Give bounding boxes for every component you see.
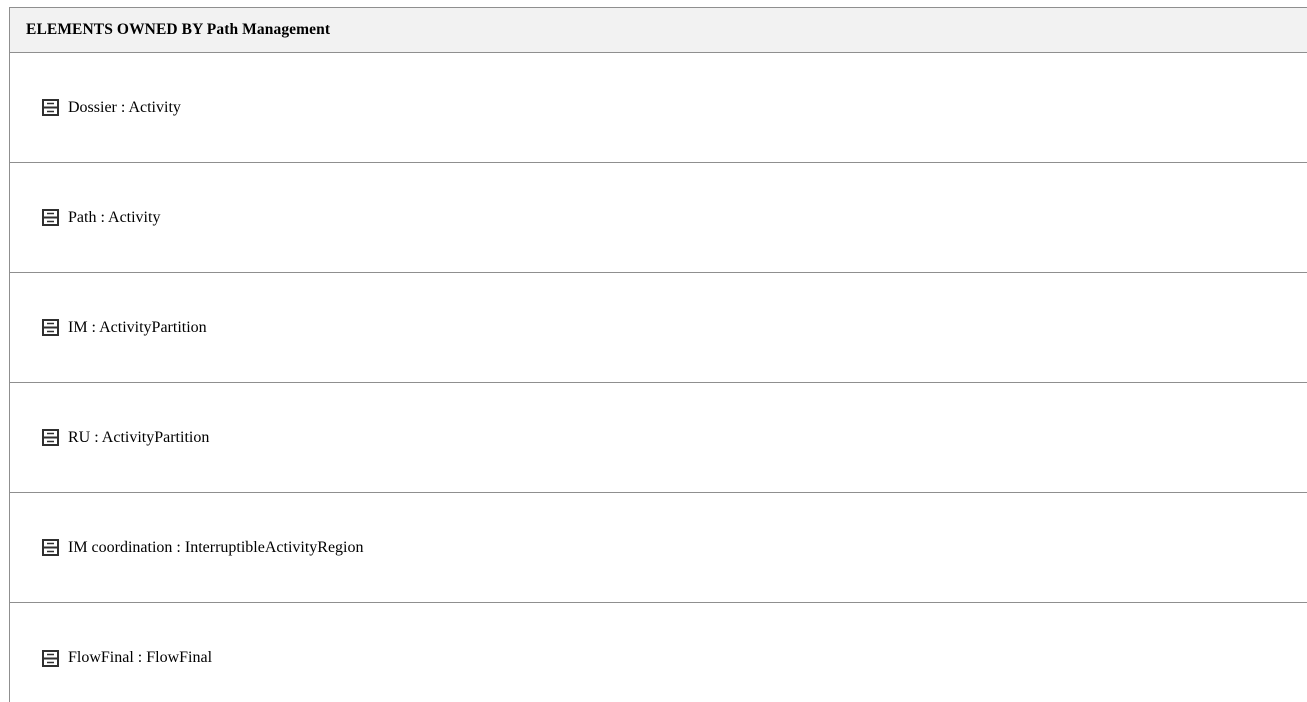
element-row-path: Path : Activity [10, 163, 1307, 273]
element-label: IM coordination : InterruptibleActivityR… [68, 538, 364, 556]
element-icon [42, 319, 59, 336]
element-icon [42, 649, 59, 667]
element-icon [42, 539, 59, 556]
element-row-im: IM : ActivityPartition [10, 273, 1307, 383]
panel-header: ELEMENTS OWNED BY Path Management [10, 8, 1307, 53]
element-icon [42, 99, 59, 116]
elements-panel: ELEMENTS OWNED BY Path Management Dossie… [9, 7, 1307, 702]
element-label: Path : Activity [68, 208, 161, 226]
element-icon [42, 209, 59, 226]
element-row-flowfinal: FlowFinal : FlowFinal [10, 603, 1307, 702]
element-label: IM : ActivityPartition [68, 318, 207, 336]
element-row-im-coordination: IM coordination : InterruptibleActivityR… [10, 493, 1307, 603]
element-row-ru: RU : ActivityPartition [10, 383, 1307, 493]
element-label: RU : ActivityPartition [68, 428, 210, 446]
element-icon [42, 429, 59, 446]
element-label: FlowFinal : FlowFinal [68, 649, 213, 666]
element-row-dossier: Dossier : Activity [10, 53, 1307, 163]
element-label: Dossier : Activity [68, 98, 181, 116]
